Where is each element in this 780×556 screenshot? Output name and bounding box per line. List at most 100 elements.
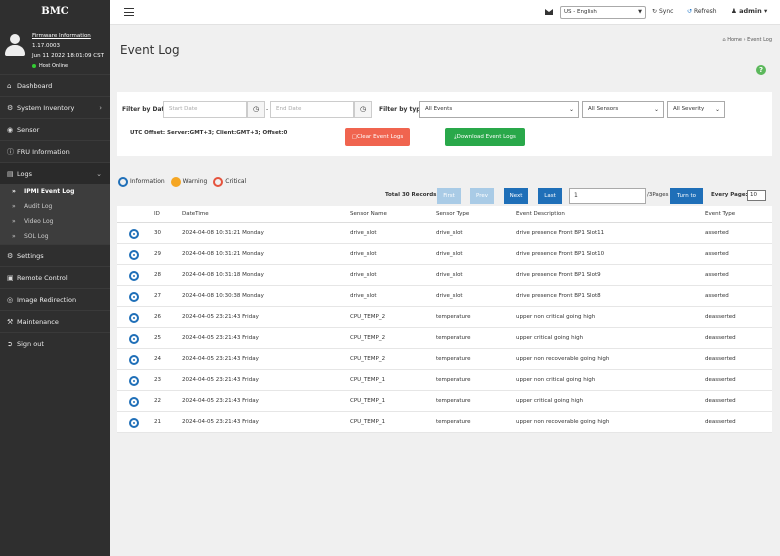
chevron-down-icon: ⌄: [568, 106, 574, 113]
sensor-select[interactable]: All Sensors ⌄: [582, 101, 664, 118]
turn-to-button[interactable]: Turn to: [670, 188, 703, 204]
nav-audit-log[interactable]: » Audit Log: [0, 199, 110, 214]
table-row[interactable]: 27 2024-04-08 10:30:38 Monday drive_slot dr…: [117, 286, 772, 307]
chevron-right-icon: ›: [99, 104, 102, 112]
cell-id: 24: [154, 356, 161, 362]
information-icon: [129, 250, 139, 260]
nav-maintenance[interactable]: ⚒ Maintenance: [0, 310, 110, 332]
sign-out-icon: ➲: [7, 340, 13, 348]
header-event-type[interactable]: Event Type: [705, 206, 735, 223]
language-select[interactable]: US - English ▼: [560, 6, 646, 19]
cell-event-type: asserted: [705, 230, 729, 236]
nav-logs[interactable]: ▤ Logs ⌄: [0, 162, 110, 184]
next-page-button[interactable]: Next: [504, 188, 528, 204]
table-row[interactable]: 23 2024-04-05 23:21:43 Friday CPU_TEMP_1 te…: [117, 370, 772, 391]
cell-id: 22: [154, 398, 161, 404]
nav-sign-out[interactable]: ➲ Sign out: [0, 332, 110, 354]
page-number-input[interactable]: 1: [569, 188, 646, 204]
info-icon: ⓘ: [7, 148, 14, 156]
cell-sensor-type: drive_slot: [436, 251, 463, 257]
event-type-value: All Events: [425, 106, 453, 112]
clear-event-logs-button[interactable]: ▢Clear Event Logs: [345, 128, 410, 146]
clear-event-logs-label: Clear Event Logs: [356, 134, 404, 140]
header-event-description[interactable]: Event Description: [516, 206, 565, 223]
table-row[interactable]: 22 2024-04-05 23:21:43 Friday CPU_TEMP_1 te…: [117, 391, 772, 412]
nav-sensor-label: Sensor: [17, 126, 40, 134]
help-icon[interactable]: ?: [756, 65, 766, 75]
filter-by-date-label: Filter by Date: [122, 106, 169, 113]
event-type-select[interactable]: All Events ⌄: [419, 101, 579, 118]
table-row[interactable]: 25 2024-04-05 23:21:43 Friday CPU_TEMP_2 te…: [117, 328, 772, 349]
information-icon: [129, 334, 139, 344]
gauge-icon: ◉: [7, 126, 14, 134]
breadcrumb-home[interactable]: Home: [727, 37, 742, 43]
sync-button[interactable]: ↻ Sync: [652, 8, 673, 15]
table-row[interactable]: 21 2024-04-05 23:21:43 Friday CPU_TEMP_1 te…: [117, 412, 772, 433]
mail-icon[interactable]: [545, 9, 553, 15]
cell-event-type: deasserted: [705, 356, 736, 362]
cell-id: 28: [154, 272, 161, 278]
nav-audit-log-label: Audit Log: [24, 203, 53, 210]
filter-panel: Filter by Date Start Date ◷ - End Date ◷…: [117, 92, 772, 156]
breadcrumb-separator: ›: [743, 37, 746, 43]
information-icon: [129, 418, 139, 428]
first-page-button[interactable]: First: [437, 188, 461, 204]
gear-icon: ⚙: [7, 252, 14, 260]
cell-datetime: 2024-04-05 23:21:43 Friday: [182, 419, 259, 425]
table-row[interactable]: 26 2024-04-05 23:21:43 Friday CPU_TEMP_2 te…: [117, 307, 772, 328]
cell-datetime: 2024-04-08 10:31:21 Monday: [182, 251, 264, 257]
cell-sensor-name: drive_slot: [350, 230, 377, 236]
download-event-logs-label: Download Event Logs: [456, 134, 516, 140]
nav-sign-out-label: Sign out: [17, 340, 44, 348]
header-id[interactable]: ID: [154, 206, 160, 223]
cell-id: 30: [154, 230, 161, 236]
cell-id: 23: [154, 377, 161, 383]
firmware-info-link[interactable]: Firmware Information: [32, 31, 110, 41]
start-date-input[interactable]: Start Date: [163, 101, 247, 118]
refresh-button[interactable]: ↺ Refresh: [687, 8, 717, 15]
severity-select[interactable]: All Severity ⌄: [667, 101, 725, 118]
header-datetime[interactable]: DateTime: [182, 206, 209, 223]
cell-event-type: deasserted: [705, 335, 736, 341]
total-pages: /3Pages: [647, 192, 669, 198]
last-page-button[interactable]: Last: [538, 188, 562, 204]
start-date-clock-button[interactable]: ◷: [247, 101, 265, 118]
nav-sensor[interactable]: ◉ Sensor: [0, 118, 110, 140]
monitor-icon: ▣: [7, 274, 14, 282]
topbar: US - English ▼ ↻ Sync ↺ Refresh ♟ admin ▾: [110, 0, 780, 25]
cell-sensor-type: drive_slot: [436, 293, 463, 299]
download-event-logs-button[interactable]: ⤓Download Event Logs: [445, 128, 525, 146]
information-icon: [129, 271, 139, 281]
caret-down-icon: ▾: [764, 7, 768, 15]
cell-event-type: deasserted: [705, 419, 736, 425]
nav-video-log[interactable]: » Video Log: [0, 214, 110, 229]
nav-video-log-label: Video Log: [24, 218, 54, 225]
menu-toggle-icon[interactable]: [124, 8, 134, 16]
header-sensor-name[interactable]: Sensor Name: [350, 206, 387, 223]
nav-fru-information[interactable]: ⓘ FRU Information: [0, 140, 110, 162]
user-menu[interactable]: ♟ admin ▾: [731, 7, 767, 15]
nav-remote-control[interactable]: ▣ Remote Control: [0, 266, 110, 288]
event-log-table: ID DateTime Sensor Name Sensor Type Even…: [117, 206, 772, 433]
end-date-clock-button[interactable]: ◷: [354, 101, 372, 118]
table-row[interactable]: 30 2024-04-08 10:31:21 Monday drive_slot dr…: [117, 223, 772, 244]
prev-page-button[interactable]: Prev: [470, 188, 494, 204]
table-row[interactable]: 28 2024-04-08 10:31:18 Monday drive_slot dr…: [117, 265, 772, 286]
nav-system-inventory[interactable]: ⚙ System Inventory ›: [0, 96, 110, 118]
end-date-input[interactable]: End Date: [270, 101, 354, 118]
cell-sensor-type: temperature: [436, 377, 471, 383]
nav-settings[interactable]: ⚙ Settings: [0, 244, 110, 266]
page-size-select[interactable]: 10: [747, 190, 766, 201]
table-row[interactable]: 24 2024-04-05 23:21:43 Friday CPU_TEMP_2 te…: [117, 349, 772, 370]
cell-event-description: upper non critical going high: [516, 377, 596, 383]
nav-image-redirection[interactable]: ◎ Image Redirection: [0, 288, 110, 310]
header-sensor-type[interactable]: Sensor Type: [436, 206, 469, 223]
nav-sol-log[interactable]: » SOL Log: [0, 229, 110, 244]
user-avatar-icon: [5, 34, 25, 56]
sensor-value: All Sensors: [588, 106, 619, 112]
nav-ipmi-event-log[interactable]: » IPMI Event Log: [0, 184, 110, 199]
nav-dashboard[interactable]: ⌂ Dashboard: [0, 74, 110, 96]
cell-datetime: 2024-04-08 10:31:18 Monday: [182, 272, 264, 278]
table-row[interactable]: 29 2024-04-08 10:31:21 Monday drive_slot dr…: [117, 244, 772, 265]
cell-event-type: asserted: [705, 251, 729, 257]
